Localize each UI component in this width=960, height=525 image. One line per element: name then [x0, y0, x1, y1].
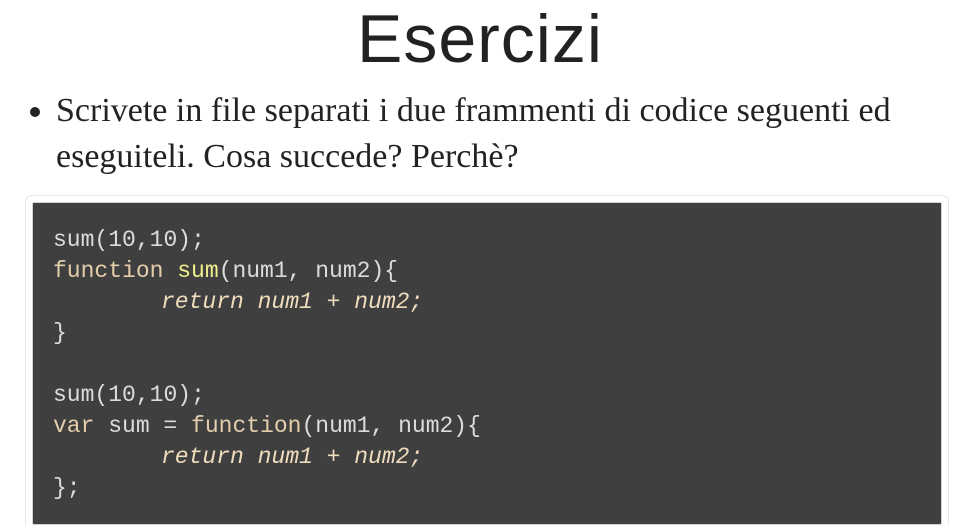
code-token: (num1, num2){	[301, 413, 480, 439]
code-token: );	[177, 382, 205, 408]
code-token: }	[53, 320, 67, 346]
code-token: var	[53, 413, 94, 439]
code-token: ,	[136, 382, 150, 408]
code-token: };	[53, 475, 81, 501]
code-token: 10	[108, 382, 136, 408]
code-token: (	[94, 382, 108, 408]
code-line: };	[53, 473, 921, 504]
page-title: Esercizi	[0, 0, 960, 78]
code-line: return num1 + num2;	[53, 287, 921, 318]
exercise-list: Scrivete in file separati i due framment…	[56, 88, 960, 180]
code-token: num1 + num2;	[244, 289, 423, 315]
exercise-bullet: Scrivete in file separati i due framment…	[56, 88, 960, 180]
code-token: 10	[108, 227, 136, 253]
code-token: 10	[150, 382, 178, 408]
slide: Esercizi Scrivete in file separati i due…	[0, 0, 960, 525]
code-line: sum(10,10);	[53, 380, 921, 411]
code-token: sum	[163, 258, 218, 284]
code-line: return num1 + num2;	[53, 442, 921, 473]
code-token: return	[161, 289, 244, 315]
code-blank-line	[53, 349, 921, 380]
code-token: (num1, num2){	[219, 258, 398, 284]
code-token: (	[94, 227, 108, 253]
code-token: sum =	[94, 413, 191, 439]
code-token: ,	[136, 227, 150, 253]
code-token: 10	[150, 227, 178, 253]
code-block: sum(10,10); function sum(num1, num2){ re…	[32, 202, 942, 525]
code-token: return	[161, 444, 244, 470]
code-line: function sum(num1, num2){	[53, 256, 921, 287]
code-line: var sum = function(num1, num2){	[53, 411, 921, 442]
code-token: sum	[53, 382, 94, 408]
code-token: sum	[53, 227, 94, 253]
code-line: sum(10,10);	[53, 225, 921, 256]
code-token: function	[53, 258, 163, 284]
code-token: );	[177, 227, 205, 253]
code-token: num1 + num2;	[244, 444, 423, 470]
code-token: function	[191, 413, 301, 439]
code-line: }	[53, 318, 921, 349]
